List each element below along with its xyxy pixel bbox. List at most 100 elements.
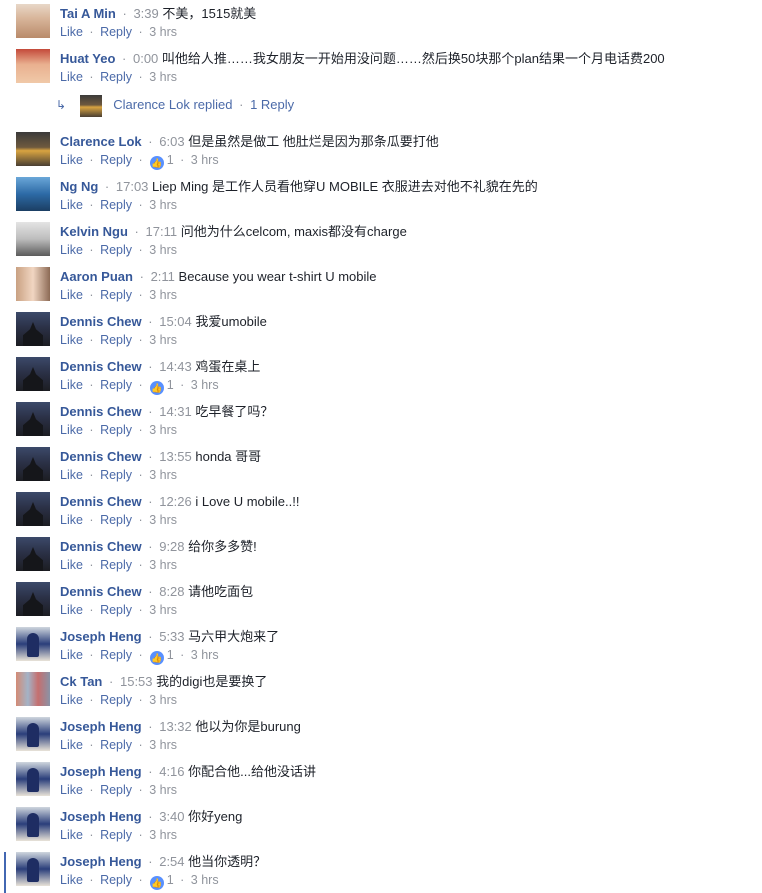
avatar[interactable] <box>16 717 50 751</box>
comment-timestamp[interactable]: 3:39 <box>133 6 158 21</box>
comment-author[interactable]: Joseph Heng <box>60 629 142 644</box>
avatar[interactable] <box>16 492 50 526</box>
reply-link[interactable]: Reply <box>100 783 132 797</box>
comment-author[interactable]: Ck Tan <box>60 674 102 689</box>
comment-age[interactable]: 3 hrs <box>149 603 177 617</box>
comment-age[interactable]: 3 hrs <box>149 468 177 482</box>
reply-link[interactable]: Reply <box>100 603 132 617</box>
reply-link[interactable]: Reply <box>100 558 132 572</box>
comment-age[interactable]: 3 hrs <box>149 693 177 707</box>
avatar[interactable] <box>16 49 50 83</box>
comment-author[interactable]: Aaron Puan <box>60 269 133 284</box>
avatar[interactable] <box>16 132 50 166</box>
like-count[interactable]: 1 <box>167 153 174 167</box>
comment-author[interactable]: Dennis Chew <box>60 314 142 329</box>
like-link[interactable]: Like <box>60 198 83 212</box>
avatar[interactable] <box>16 582 50 616</box>
avatar[interactable] <box>16 447 50 481</box>
like-link[interactable]: Like <box>60 288 83 302</box>
like-count[interactable]: 1 <box>167 873 174 887</box>
comment-timestamp[interactable]: 2:11 <box>151 269 175 284</box>
avatar[interactable] <box>16 402 50 436</box>
avatar[interactable] <box>16 177 50 211</box>
comment-author[interactable]: Dennis Chew <box>60 359 142 374</box>
comment-age[interactable]: 3 hrs <box>191 873 219 887</box>
comment-author[interactable]: Dennis Chew <box>60 539 142 554</box>
reply-link[interactable]: Reply <box>100 198 132 212</box>
like-link[interactable]: Like <box>60 738 83 752</box>
comment-timestamp[interactable]: 14:31 <box>159 404 192 419</box>
like-link[interactable]: Like <box>60 25 83 39</box>
reply-link[interactable]: Reply <box>100 828 132 842</box>
comment-age[interactable]: 3 hrs <box>149 783 177 797</box>
comment-age[interactable]: 3 hrs <box>191 378 219 392</box>
reply-link[interactable]: Reply <box>100 873 132 887</box>
reply-link[interactable]: Reply <box>100 25 132 39</box>
comment-timestamp[interactable]: 17:11 <box>146 224 178 239</box>
reply-link[interactable]: Reply <box>100 333 132 347</box>
replies-summary-name[interactable]: Clarence Lok replied <box>113 97 232 112</box>
like-link[interactable]: Like <box>60 558 83 572</box>
comment-age[interactable]: 3 hrs <box>149 828 177 842</box>
avatar[interactable] <box>16 762 50 796</box>
comment-age[interactable]: 3 hrs <box>149 288 177 302</box>
replies-summary[interactable]: ↳ Clarence Lok replied · 1 Reply <box>56 94 294 117</box>
like-link[interactable]: Like <box>60 873 83 887</box>
comment-timestamp[interactable]: 15:53 <box>120 674 153 689</box>
avatar[interactable] <box>16 807 50 841</box>
comment-author[interactable]: Joseph Heng <box>60 764 142 779</box>
like-count[interactable]: 1 <box>167 378 174 392</box>
comment-age[interactable]: 3 hrs <box>149 198 177 212</box>
avatar[interactable] <box>16 627 50 661</box>
like-link[interactable]: Like <box>60 828 83 842</box>
comment-author[interactable]: Dennis Chew <box>60 449 142 464</box>
comment-age[interactable]: 3 hrs <box>191 648 219 662</box>
avatar[interactable] <box>16 4 50 38</box>
comment-age[interactable]: 3 hrs <box>149 243 177 257</box>
like-link[interactable]: Like <box>60 513 83 527</box>
avatar[interactable] <box>16 357 50 391</box>
avatar[interactable] <box>16 537 50 571</box>
comment-author[interactable]: Joseph Heng <box>60 854 142 869</box>
reply-link[interactable]: Reply <box>100 468 132 482</box>
reply-link[interactable]: Reply <box>100 378 132 392</box>
like-link[interactable]: Like <box>60 333 83 347</box>
comment-timestamp[interactable]: 6:03 <box>159 134 184 149</box>
comment-timestamp[interactable]: 8:28 <box>159 584 184 599</box>
like-link[interactable]: Like <box>60 648 83 662</box>
comment-age[interactable]: 3 hrs <box>149 513 177 527</box>
like-link[interactable]: Like <box>60 423 83 437</box>
comment-author[interactable]: Joseph Heng <box>60 719 142 734</box>
like-link[interactable]: Like <box>60 468 83 482</box>
comment-age[interactable]: 3 hrs <box>149 558 177 572</box>
comment-author[interactable]: Dennis Chew <box>60 404 142 419</box>
replies-count-link[interactable]: 1 Reply <box>250 97 294 112</box>
comment-timestamp[interactable]: 0:00 <box>133 51 158 66</box>
reply-link[interactable]: Reply <box>100 243 132 257</box>
reply-link[interactable]: Reply <box>100 70 132 84</box>
like-link[interactable]: Like <box>60 153 83 167</box>
avatar[interactable] <box>16 852 50 886</box>
like-count[interactable]: 1 <box>167 648 174 662</box>
comment-timestamp[interactable]: 12:26 <box>159 494 192 509</box>
reply-link[interactable]: Reply <box>100 153 132 167</box>
comment-timestamp[interactable]: 9:28 <box>159 539 184 554</box>
comment-timestamp[interactable]: 2:54 <box>159 854 184 869</box>
comment-age[interactable]: 3 hrs <box>149 25 177 39</box>
comment-author[interactable]: Dennis Chew <box>60 584 142 599</box>
like-link[interactable]: Like <box>60 783 83 797</box>
comment-timestamp[interactable]: 14:43 <box>159 359 192 374</box>
reply-link[interactable]: Reply <box>100 288 132 302</box>
comment-timestamp[interactable]: 5:33 <box>159 629 184 644</box>
reply-link[interactable]: Reply <box>100 693 132 707</box>
avatar[interactable] <box>16 312 50 346</box>
reply-link[interactable]: Reply <box>100 648 132 662</box>
like-link[interactable]: Like <box>60 378 83 392</box>
comment-author[interactable]: Joseph Heng <box>60 809 142 824</box>
comment-author[interactable]: Kelvin Ngu <box>60 224 128 239</box>
reply-link[interactable]: Reply <box>100 423 132 437</box>
comment-timestamp[interactable]: 3:40 <box>159 809 184 824</box>
comment-timestamp[interactable]: 13:32 <box>159 719 192 734</box>
comment-timestamp[interactable]: 15:04 <box>159 314 192 329</box>
comment-age[interactable]: 3 hrs <box>191 153 219 167</box>
